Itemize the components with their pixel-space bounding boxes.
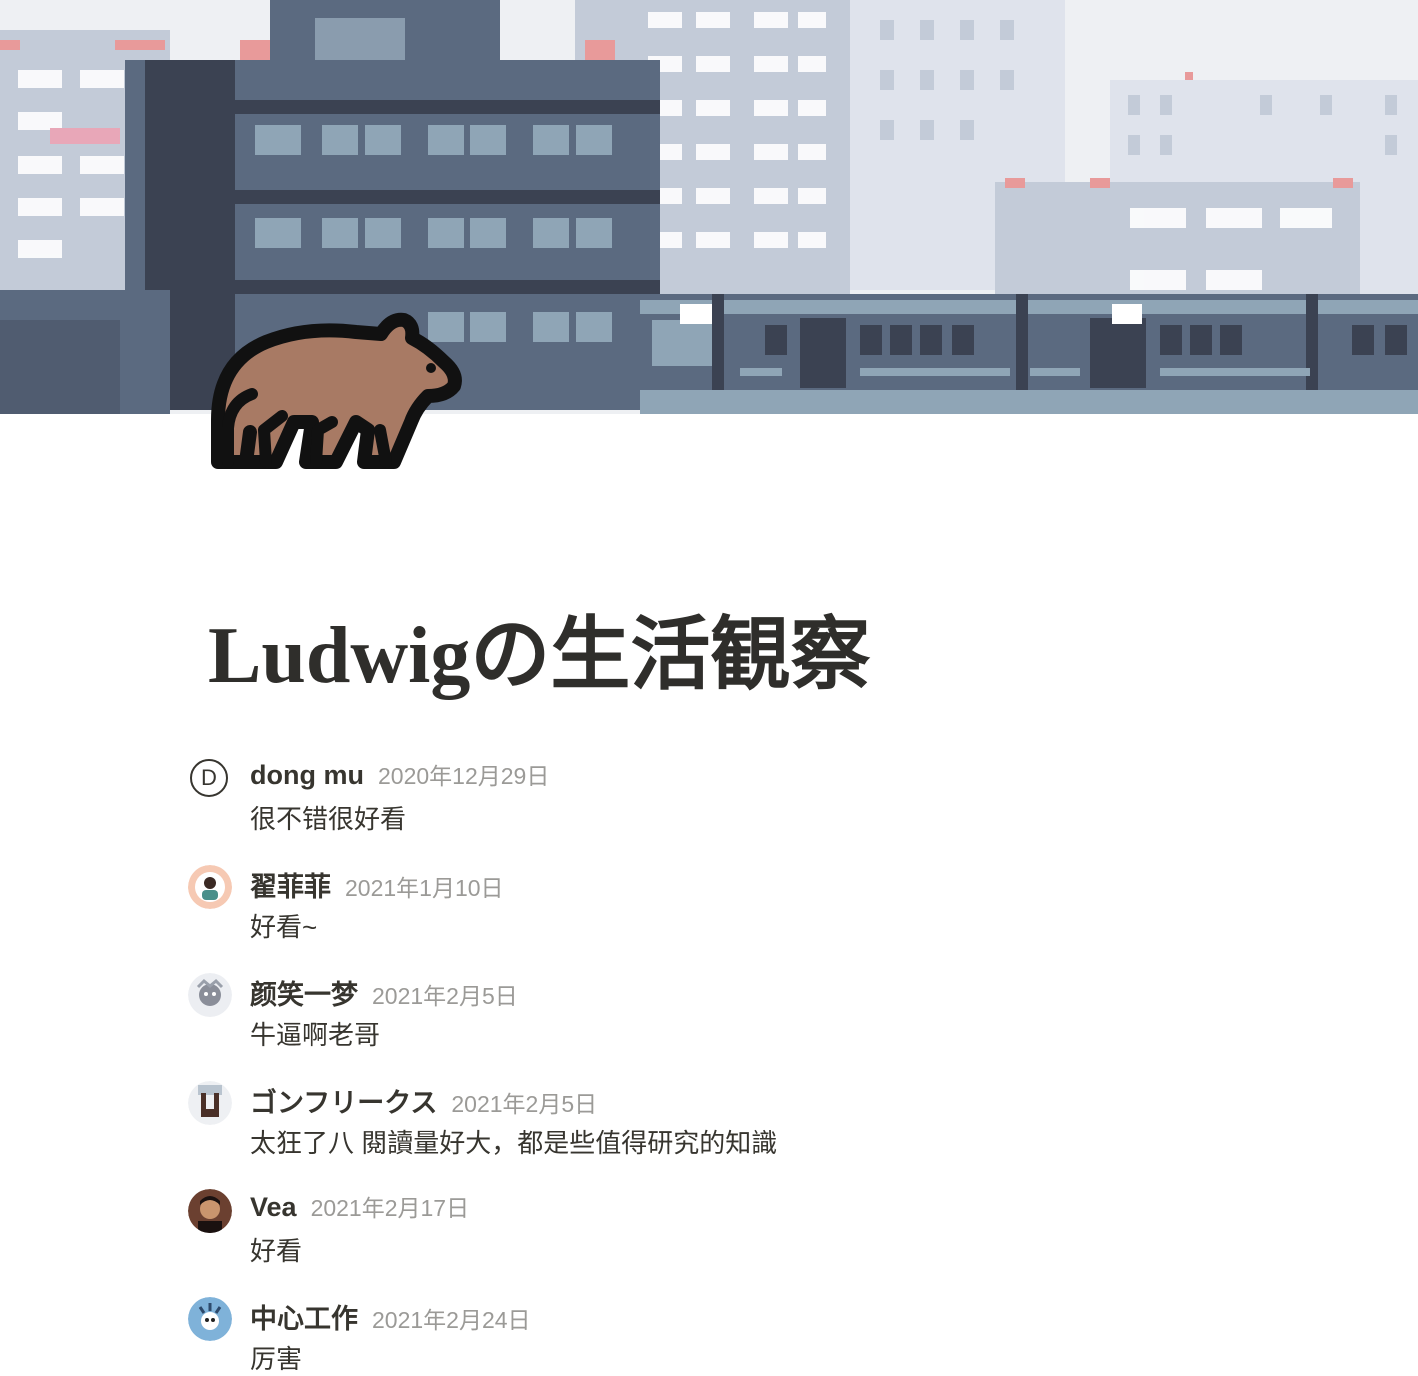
comment-author[interactable]: 翟菲菲: [250, 865, 331, 904]
comment-date[interactable]: 2021年2月17日: [311, 1189, 470, 1223]
comment-text: 很不错很好看: [250, 804, 407, 834]
comment-author[interactable]: 中心工作: [250, 1297, 358, 1336]
comment-date[interactable]: 2021年2月5日: [451, 1085, 597, 1119]
comment-text: 好看~: [250, 912, 318, 942]
comment-author[interactable]: ゴンフリークス: [250, 1081, 437, 1120]
comment-text: 牛逼啊老哥: [250, 1020, 381, 1050]
comment-date[interactable]: 2021年1月10日: [345, 869, 504, 903]
avatar[interactable]: [188, 1081, 232, 1125]
avatar[interactable]: [188, 973, 232, 1017]
comment-date[interactable]: 2020年12月29日: [378, 757, 549, 791]
bear-icon[interactable]: [206, 312, 464, 478]
comment-author[interactable]: dong mu: [250, 760, 364, 791]
avatar[interactable]: D: [190, 759, 228, 797]
comment-author[interactable]: Vea: [250, 1192, 297, 1223]
comment-date[interactable]: 2021年2月24日: [372, 1301, 531, 1335]
avatar[interactable]: [188, 865, 232, 909]
comment-text: 好看: [250, 1236, 303, 1266]
avatar[interactable]: [188, 1189, 232, 1233]
comment-text: 太狂了八 閱讀量好大，都是些值得研究的知識: [250, 1128, 778, 1158]
page-title[interactable]: Ludwigの生活観察: [208, 606, 870, 706]
comment-author[interactable]: 颜笑一梦: [250, 973, 358, 1012]
comment-date[interactable]: 2021年2月5日: [372, 977, 518, 1011]
avatar[interactable]: [188, 1297, 232, 1341]
comment-text: 厉害: [250, 1344, 303, 1374]
